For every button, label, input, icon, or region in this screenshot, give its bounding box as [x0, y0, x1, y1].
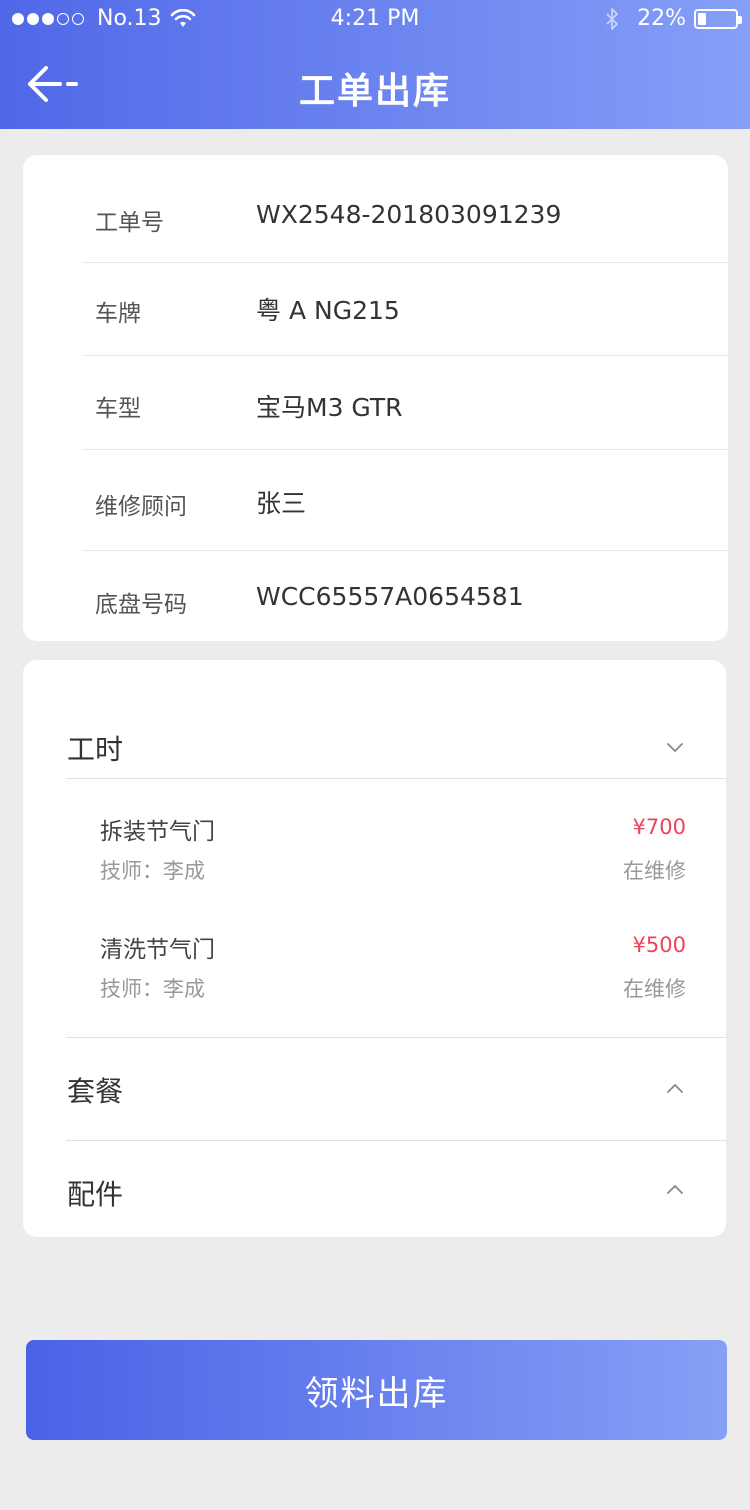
info-row-model — [83, 356, 728, 450]
labor-item-name: 清洗节气门 — [100, 937, 215, 963]
model-label: 车型 — [95, 396, 141, 422]
package-section-header[interactable]: 套餐 — [23, 1038, 726, 1140]
advisor-value: 张三 — [256, 489, 307, 518]
labor-item[interactable]: 清洗节气门 ¥500 技师：李成 在维修 — [23, 918, 726, 1018]
labor-section-header[interactable]: 工时 — [23, 700, 726, 778]
status-right: 22% — [605, 6, 742, 31]
parts-section-header[interactable]: 配件 — [23, 1141, 726, 1237]
battery-percent: 22% — [637, 6, 686, 31]
divider — [66, 778, 726, 779]
chevron-up-icon — [667, 1185, 683, 1194]
vin-value: WCC65557A0654581 — [256, 582, 524, 611]
labor-item-technician: 技师：李成 — [100, 859, 205, 883]
order-no-label: 工单号 — [95, 210, 164, 236]
status-bar: No.13 4:21 PM 22% — [0, 0, 750, 40]
plate-value: 粤 A NG215 — [256, 296, 400, 325]
package-section-title: 套餐 — [67, 1075, 124, 1108]
advisor-label: 维修顾问 — [95, 494, 187, 520]
order-details-card: 工时 拆装节气门 ¥700 技师：李成 在维修 清洗节气门 ¥500 技师：李成… — [23, 660, 726, 1237]
bluetooth-icon — [606, 7, 618, 30]
work-order-info-card: 工单号 WX2548-201803091239 车牌 粤 A NG215 车型 … — [23, 155, 728, 641]
labor-item-status: 在维修 — [623, 859, 686, 883]
labor-item-price: ¥500 — [632, 933, 686, 957]
issue-materials-button[interactable]: 领料出库 — [26, 1340, 727, 1440]
labor-item-name: 拆装节气门 — [100, 819, 215, 845]
labor-item-price: ¥700 — [632, 815, 686, 839]
chevron-up-icon — [667, 1084, 683, 1093]
labor-item[interactable]: 拆装节气门 ¥700 技师：李成 在维修 — [23, 800, 726, 900]
vin-label: 底盘号码 — [95, 592, 187, 618]
battery-level — [698, 12, 706, 25]
battery-icon — [694, 8, 742, 29]
model-value: 宝马M3 GTR — [256, 393, 403, 422]
parts-section-title: 配件 — [67, 1178, 124, 1211]
order-no-value: WX2548-201803091239 — [256, 200, 562, 229]
page-title: 工单出库 — [298, 71, 451, 112]
labor-section-title: 工时 — [67, 733, 124, 766]
chevron-down-icon — [667, 743, 683, 752]
plate-label: 车牌 — [95, 301, 141, 327]
header: No.13 4:21 PM 22% 工单出库 — [0, 0, 750, 129]
labor-item-status: 在维修 — [623, 977, 686, 1001]
labor-item-technician: 技师：李成 — [100, 977, 205, 1001]
info-row-plate — [83, 263, 728, 356]
